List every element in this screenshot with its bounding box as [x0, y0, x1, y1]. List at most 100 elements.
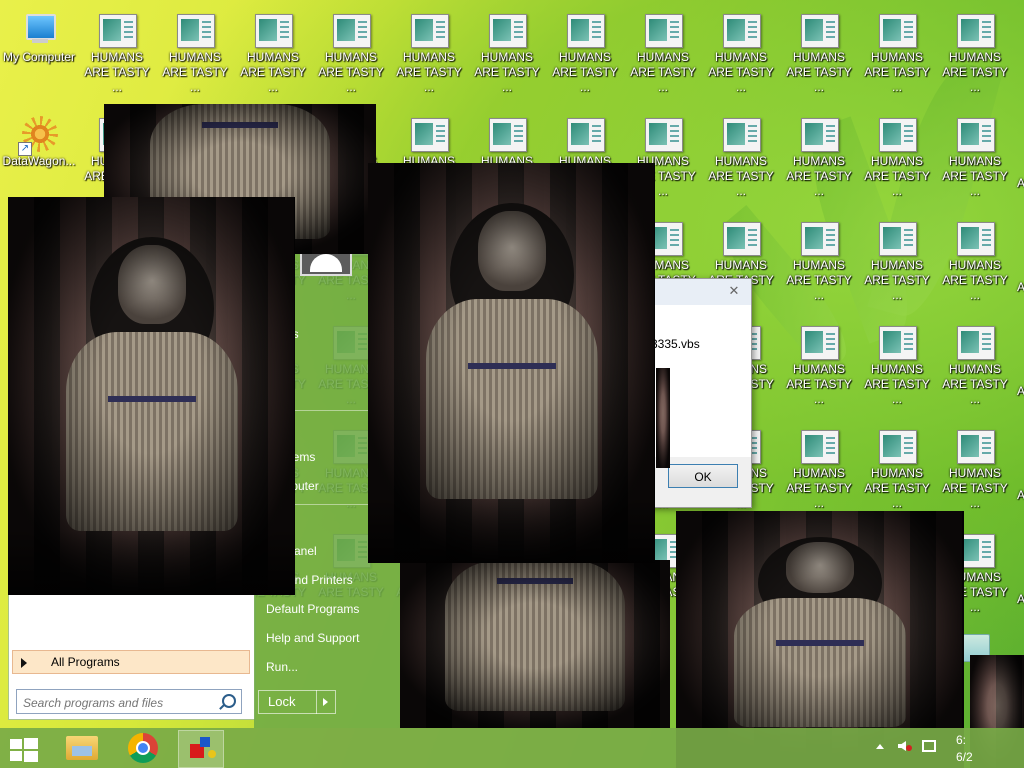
desktop-icon-humans-are-tasty[interactable]: HUMANS ARE TASTY ... [312, 12, 390, 95]
desktop-icon-label: HUMANS ARE TASTY ... [786, 154, 852, 198]
desktop-icon-humans-are-tasty[interactable]: HUMANS ARE TASTY ... [858, 220, 936, 303]
desktop-icon-datawagon[interactable]: ↗ DataWagon... [0, 116, 78, 169]
desktop-icon-humans-are-tasty[interactable]: HUMANS ARE TASTY ... [780, 428, 858, 511]
chrome-icon [128, 733, 158, 763]
desktop-icon-label: HUMANS ARE TASTY ... [630, 50, 696, 94]
document-icon [798, 428, 840, 464]
document-icon [642, 116, 684, 152]
document-icon [564, 12, 606, 48]
desktop-icon-label: HUMANS ARE TASTY ... [786, 50, 852, 94]
desktop-icon-humans-are-tasty[interactable]: HUMANS ARE TASTY ... [858, 12, 936, 95]
creepy-doll-image [656, 368, 670, 468]
desktop-icon-humans-are-tasty[interactable]: HUMANS ARE TASTY ... [390, 12, 468, 95]
desktop-icon-label-partial: A [1016, 592, 1024, 606]
document-icon [564, 116, 606, 152]
creepy-doll-image [368, 163, 655, 563]
desktop-icon-humans-are-tasty[interactable]: HUMANS ARE TASTY ... [936, 428, 1014, 511]
document-icon [954, 116, 996, 152]
desktop-icon-label: DataWagon... [2, 154, 76, 168]
start-item-default-programs[interactable]: Default Programs [266, 602, 359, 616]
ok-button[interactable]: OK [668, 464, 738, 488]
document-icon [798, 324, 840, 360]
close-icon[interactable]: ✕ [723, 283, 745, 299]
desktop-icon-my-computer[interactable]: My Computer [0, 12, 78, 65]
desktop-icon-humans-are-tasty[interactable]: HUMANS ARE TASTY ... [780, 116, 858, 199]
desktop-icon-humans-are-tasty[interactable]: HUMANS ARE TASTY ... [936, 324, 1014, 407]
document-icon [486, 116, 528, 152]
start-item-run[interactable]: Run... [266, 660, 298, 674]
windows-start-icon[interactable] [10, 738, 38, 762]
document-icon [954, 428, 996, 464]
desktop-icon-label: HUMANS ARE TASTY ... [162, 50, 228, 94]
search-icon[interactable] [222, 694, 236, 708]
desktop-icon-humans-are-tasty[interactable]: HUMANS ARE TASTY ... [780, 220, 858, 303]
datawagon-icon: ↗ [18, 116, 60, 156]
desktop-icon-humans-are-tasty[interactable]: HUMANS ARE TASTY ... [780, 324, 858, 407]
clock[interactable]: 6: 6/2 [956, 732, 973, 766]
desktop-icon-humans-are-tasty[interactable]: HUMANS ARE TASTY ... [858, 428, 936, 511]
desktop-icon-humans-are-tasty[interactable]: HUMANS ARE TASTY ... [858, 116, 936, 199]
desktop-icon-label: HUMANS ARE TASTY ... [864, 50, 930, 94]
desktop-icon-humans-are-tasty[interactable]: HUMANS ARE TASTY ... [546, 12, 624, 95]
document-icon [408, 116, 450, 152]
desktop-icon-humans-are-tasty[interactable]: HUMANS ARE TASTY ... [234, 12, 312, 95]
creepy-doll-image [400, 560, 670, 728]
desktop-icon-humans-are-tasty[interactable]: HUMANS ARE TASTY ... [78, 12, 156, 95]
document-icon [642, 12, 684, 48]
document-icon [720, 116, 762, 152]
document-icon [876, 220, 918, 256]
desktop-icon-humans-are-tasty[interactable]: HUMANS ARE TASTY ... [780, 12, 858, 95]
desktop-icon-label: HUMANS ARE TASTY ... [942, 50, 1008, 94]
search-input[interactable] [21, 693, 215, 712]
start-item-help-support[interactable]: Help and Support [266, 631, 359, 645]
desktop-icon-humans-are-tasty[interactable]: HUMANS ARE TASTY ... [156, 12, 234, 95]
desktop-icon-label: HUMANS ARE TASTY ... [786, 258, 852, 302]
desktop-icon-label-partial: A [1016, 488, 1024, 502]
desktop-icon-label: HUMANS ARE TASTY ... [474, 50, 540, 94]
desktop-icon-label-partial: A [1016, 384, 1024, 398]
document-icon [876, 116, 918, 152]
desktop-icon-humans-are-tasty[interactable]: HUMANS ARE TASTY ... [858, 324, 936, 407]
desktop-icon-humans-are-tasty[interactable]: HUMANS ARE TASTY ... [936, 220, 1014, 303]
all-programs-button[interactable]: All Programs [12, 650, 250, 674]
document-icon [408, 12, 450, 48]
chevron-right-icon[interactable] [316, 690, 337, 714]
desktop-icon-label: HUMANS ARE TASTY ... [942, 362, 1008, 406]
document-icon [720, 12, 762, 48]
document-icon [954, 220, 996, 256]
creepy-doll-image [8, 197, 295, 595]
desktop-icon-label: HUMANS ARE TASTY ... [786, 466, 852, 510]
desktop-icon-label-partial: A [1016, 176, 1024, 190]
desktop-icon-humans-are-tasty[interactable]: HUMANS ARE TASTY ... [702, 12, 780, 95]
desktop-icon-label: HUMANS ARE TASTY ... [864, 258, 930, 302]
desktop-icon-label: HUMANS ARE TASTY ... [84, 50, 150, 94]
document-icon [798, 220, 840, 256]
folder-icon [66, 736, 98, 760]
desktop-icon-humans-are-tasty[interactable]: HUMANS ARE TASTY ... [936, 12, 1014, 95]
desktop-icon-label: HUMANS ARE TASTY ... [708, 50, 774, 94]
desktop-icon-humans-are-tasty[interactable]: HUMANS ARE TASTY ... [468, 12, 546, 95]
desktop-icon-label: HUMANS ARE TASTY ... [708, 154, 774, 198]
desktop-icon-humans-are-tasty[interactable]: HUMANS ARE TASTY ... [702, 116, 780, 199]
desktop-icon-label: HUMANS ARE TASTY ... [942, 258, 1008, 302]
document-icon [486, 12, 528, 48]
desktop-icon-label: HUMANS ARE TASTY ... [864, 154, 930, 198]
triangle-right-icon [21, 658, 27, 668]
document-icon [876, 12, 918, 48]
desktop-icon-label: HUMANS ARE TASTY ... [240, 50, 306, 94]
clock-date: 6/2 [956, 750, 973, 764]
document-icon [954, 324, 996, 360]
search-box[interactable] [16, 689, 242, 714]
chevron-up-icon[interactable] [876, 744, 884, 749]
desktop-icon-label: HUMANS ARE TASTY ... [864, 466, 930, 510]
desktop-icon-label-partial: A [1016, 280, 1024, 294]
network-icon[interactable] [922, 740, 936, 752]
clock-time: 6: [956, 733, 967, 747]
document-icon [330, 12, 372, 48]
document-icon [876, 324, 918, 360]
desktop-icon-humans-are-tasty[interactable]: HUMANS ARE TASTY ... [624, 12, 702, 95]
desktop-icon-humans-are-tasty[interactable]: HUMANS ARE TASTY ... [936, 116, 1014, 199]
desktop-icon-label: HUMANS ARE TASTY ... [786, 362, 852, 406]
mute-icon [906, 745, 912, 751]
desktop-icon-label: HUMANS ARE TASTY ... [552, 50, 618, 94]
